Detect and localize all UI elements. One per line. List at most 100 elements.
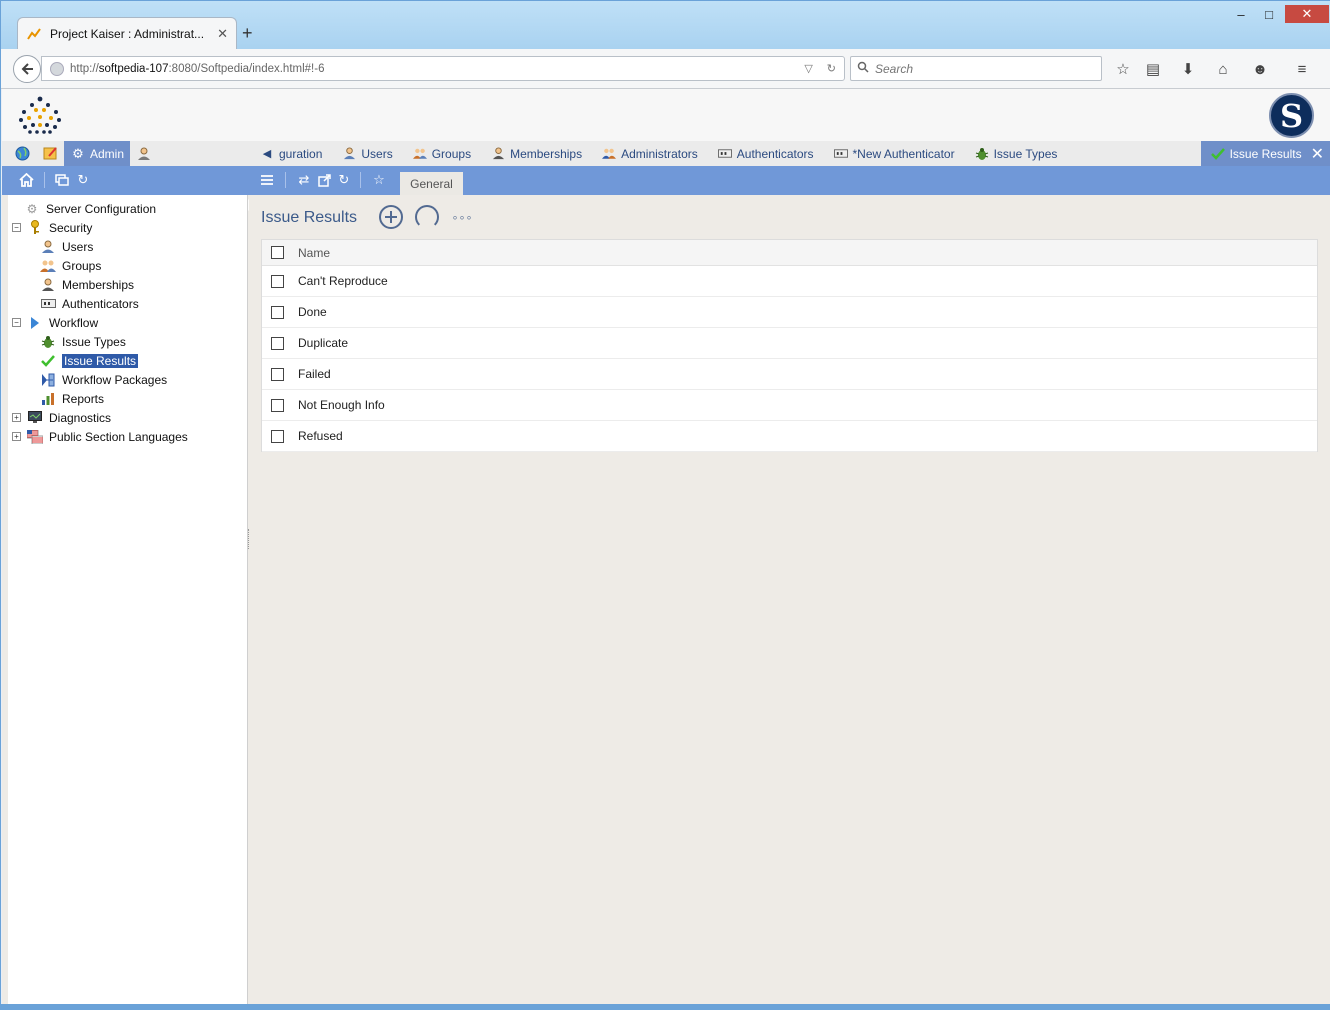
tab-edit[interactable] — [36, 141, 64, 166]
toolbar-separator — [285, 172, 286, 188]
tree-item-memberships[interactable]: Memberships — [40, 275, 134, 294]
browser-tab-title: Project Kaiser : Administrat... — [50, 26, 205, 41]
reading-list-icon[interactable]: ▤ — [1142, 59, 1164, 79]
refresh-tree-icon[interactable]: ↻ — [75, 172, 91, 188]
home-icon[interactable] — [18, 172, 34, 188]
tab-issue-results[interactable]: Issue Results ✕ — [1200, 141, 1330, 166]
table-row[interactable]: Not Enough Info — [262, 390, 1317, 421]
tab-user[interactable] — [130, 141, 158, 166]
column-header-name[interactable]: Name — [298, 246, 330, 260]
bookmark-star-icon[interactable]: ☆ — [1112, 59, 1134, 79]
search-box[interactable] — [850, 56, 1102, 81]
tab-general[interactable]: General — [400, 172, 463, 195]
tree-item-groups[interactable]: Groups — [40, 256, 101, 275]
tab-administrators[interactable]: Administrators — [592, 141, 708, 166]
tree-item-server-configuration[interactable]: ⚙ Server Configuration — [24, 199, 156, 218]
close-tab-icon[interactable]: ✕ — [217, 26, 228, 42]
maximize-button[interactable]: □ — [1255, 5, 1283, 23]
tree-item-public-section-languages[interactable]: + Public Section Languages — [12, 427, 188, 446]
row-checkbox[interactable] — [271, 274, 284, 288]
home-icon[interactable]: ⌂ — [1212, 59, 1234, 79]
add-button[interactable] — [379, 205, 403, 229]
menu-icon[interactable]: ≡ — [1291, 59, 1313, 79]
table-row[interactable]: Can't Reproduce — [262, 266, 1317, 297]
expand-toggle[interactable]: + — [12, 432, 21, 441]
tree-item-users[interactable]: Users — [40, 237, 93, 256]
tab-globe[interactable] — [8, 141, 36, 166]
collapse-toggle[interactable]: − — [12, 318, 21, 327]
tab-label: Issue Types — [993, 146, 1058, 161]
site-identity-icon[interactable] — [50, 61, 64, 76]
tab-issue-types[interactable]: Issue Types — [965, 141, 1068, 166]
table-cell-name: Duplicate — [298, 336, 349, 350]
collapse-all-icon[interactable] — [54, 172, 70, 188]
workflow-icon — [27, 315, 43, 331]
table-row[interactable]: Duplicate — [262, 328, 1317, 359]
table-row[interactable]: Done — [262, 297, 1317, 328]
swap-icon[interactable]: ⇄ — [296, 172, 312, 188]
tree-item-authenticators[interactable]: Authenticators — [40, 294, 139, 313]
tree-item-issue-results[interactable]: Issue Results — [40, 351, 139, 370]
search-icon — [857, 61, 869, 76]
tab-users[interactable]: Users — [332, 141, 402, 166]
checkmark-icon — [40, 353, 56, 369]
url-text[interactable]: http://softpedia-107:8080/Softpedia/inde… — [70, 63, 798, 75]
navigation-tree: ⚙ Server Configuration − Security Users — [8, 195, 248, 1004]
reload-icon[interactable]: ↻ — [336, 172, 352, 188]
table-row[interactable]: Refused — [262, 421, 1317, 452]
favorite-star-icon[interactable]: ☆ — [371, 172, 387, 188]
tab-admin[interactable]: ⚙ Admin — [64, 141, 131, 166]
smiley-icon[interactable]: ☻ — [1249, 59, 1271, 79]
row-checkbox[interactable] — [271, 305, 284, 319]
menu-toggle-icon[interactable] — [259, 172, 275, 188]
tab-new-authenticator[interactable]: *New Authenticator — [824, 141, 965, 166]
close-window-button[interactable]: ✕ — [1285, 5, 1329, 23]
row-checkbox[interactable] — [271, 367, 284, 381]
tree-item-workflow-packages[interactable]: Workflow Packages — [40, 370, 167, 389]
row-checkbox[interactable] — [271, 336, 284, 350]
panel-splitter-handle[interactable] — [248, 529, 250, 549]
browser-window: Project Kaiser : Administrat... ✕ + – □ … — [0, 0, 1330, 1010]
user-icon — [40, 239, 56, 255]
tab-server-configuration[interactable]: ◀ guration — [250, 141, 332, 166]
collapse-toggle[interactable]: − — [12, 223, 21, 232]
row-checkbox[interactable] — [271, 398, 284, 412]
user-icon — [342, 147, 356, 161]
browser-tab[interactable]: Project Kaiser : Administrat... ✕ — [17, 17, 237, 49]
minimize-button[interactable]: – — [1227, 5, 1255, 23]
new-tab-button[interactable]: + — [242, 23, 253, 44]
downloads-icon[interactable]: ⬇ — [1177, 59, 1199, 79]
more-options-button[interactable]: ◦◦◦ — [449, 205, 477, 229]
address-bar[interactable]: http://softpedia-107:8080/Softpedia/inde… — [41, 56, 845, 81]
tree-item-issue-types[interactable]: Issue Types — [40, 332, 126, 351]
close-tab-icon[interactable]: ✕ — [1311, 144, 1324, 164]
refresh-button[interactable] — [415, 205, 439, 229]
tree-item-workflow[interactable]: − Workflow — [12, 313, 98, 332]
expand-toggle[interactable]: + — [12, 413, 21, 422]
search-input[interactable] — [875, 61, 1095, 76]
app-area: S ⚙ Admin ◀ guration Users Groups Member… — [2, 89, 1330, 1009]
tree-item-security[interactable]: − Security — [12, 218, 92, 237]
tab-groups[interactable]: Groups — [403, 141, 481, 166]
row-checkbox[interactable] — [271, 429, 284, 443]
tab-label: Users — [361, 146, 393, 161]
favicon-icon — [26, 26, 42, 42]
table-header: Name — [262, 240, 1317, 266]
title-bar: Project Kaiser : Administrat... ✕ + – □ … — [1, 1, 1330, 49]
tab-memberships[interactable]: Memberships — [481, 141, 592, 166]
table-row[interactable]: Failed — [262, 359, 1317, 390]
tree-item-diagnostics[interactable]: + Diagnostics — [12, 408, 111, 427]
dropdown-arrow-icon[interactable]: ▽ — [804, 62, 812, 75]
table-cell-name: Done — [298, 305, 327, 319]
main-panel: Issue Results ◦◦◦ Name Can't Reproduce D… — [249, 195, 1330, 1004]
open-external-icon[interactable] — [316, 172, 332, 188]
tab-authenticators[interactable]: Authenticators — [708, 141, 824, 166]
select-all-checkbox[interactable] — [271, 246, 284, 259]
authenticator-icon — [833, 147, 848, 161]
tree-item-reports[interactable]: Reports — [40, 389, 104, 408]
table-cell-name: Failed — [298, 367, 331, 381]
key-icon — [27, 220, 43, 236]
toolbar-separator — [360, 172, 361, 188]
back-button[interactable] — [13, 55, 41, 83]
reload-icon[interactable]: ↻ — [827, 62, 836, 75]
